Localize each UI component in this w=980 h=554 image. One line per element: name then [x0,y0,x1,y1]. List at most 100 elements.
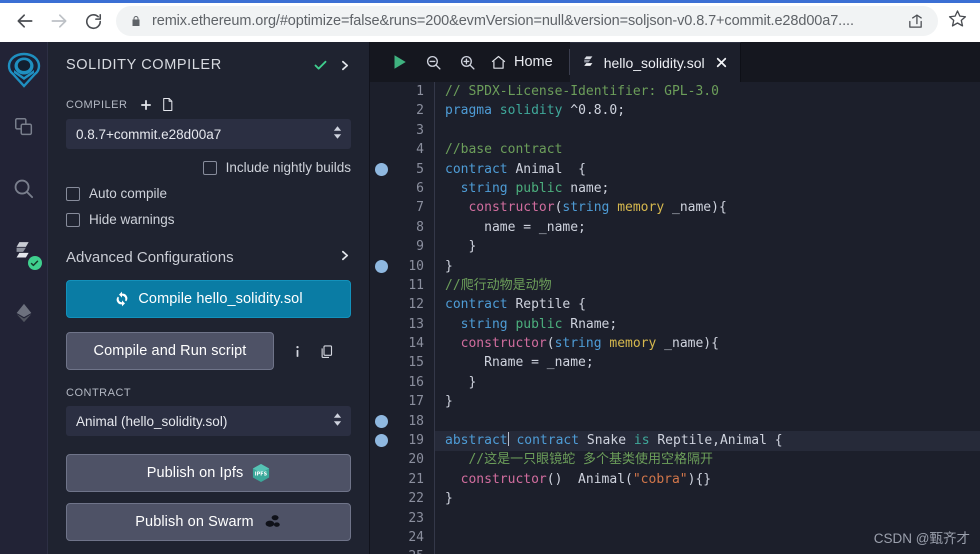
sidebar-item-file-explorers[interactable] [0,98,48,160]
chevron-right-icon[interactable] [338,59,351,72]
line-number: 10 [408,258,424,274]
code-line[interactable]: string public name; [445,179,980,198]
code-line[interactable]: } [445,392,980,411]
code-line[interactable]: //这是一只眼镜蛇 多个基类使用空格隔开 [445,450,980,469]
code-token: constructor [468,200,555,216]
code-line[interactable]: } [445,373,980,392]
forward-button[interactable] [42,4,76,38]
home-tab[interactable]: Home [484,42,565,82]
hide-warnings-checkbox[interactable] [66,212,80,227]
info-icon[interactable] [290,344,305,359]
hide-warnings-row[interactable]: Hide warnings [66,212,351,227]
publish-on-swarm-button[interactable]: Publish on Swarm [66,503,351,541]
advanced-configurations-toggle[interactable]: Advanced Configurations [66,249,351,266]
share-icon[interactable] [902,8,928,34]
zoom-in-icon[interactable] [450,42,484,82]
code-line[interactable]: } [445,489,980,508]
code-line[interactable]: contract Reptile { [445,295,980,314]
svg-text:IPFS: IPFS [255,472,268,478]
code-line[interactable]: Rname = _name; [445,353,980,372]
url-text: remix.ethereum.org/#optimize=false&runs=… [152,13,854,29]
close-icon[interactable] [715,56,728,69]
compile-and-run-row: Compile and Run script [66,332,351,370]
breakpoint-gutter[interactable] [370,82,394,554]
code-line[interactable]: name = _name; [445,218,980,237]
breakpoint-dot[interactable] [375,414,388,428]
code-token: string [460,180,508,196]
code-token: public [515,316,563,332]
breakpoint-dot[interactable] [375,434,388,448]
code-line[interactable]: } [445,257,980,276]
line-number: 22 [408,491,424,507]
code-canvas[interactable]: 1234567891011121314151617181920212223242… [370,82,980,554]
code-line[interactable] [445,121,980,140]
copy-icon[interactable] [319,344,334,359]
hide-warnings-label: Hide warnings [89,212,175,227]
bookmark-button[interactable] [942,6,972,36]
remix-logo-icon[interactable] [0,46,48,98]
code-token: string [554,336,602,352]
sidebar-item-solidity-compiler[interactable] [0,222,48,284]
auto-compile-row[interactable]: Auto compile [66,186,351,201]
code-line[interactable]: abstract contract Snake is Reptile,Anima… [445,431,980,450]
compile-button-label: Compile hello_solidity.sol [138,291,303,307]
contract-select[interactable]: Animal (hello_solidity.sol) [66,406,351,436]
back-button[interactable] [8,4,42,38]
breakpoint-dot[interactable] [375,162,388,176]
compile-button[interactable]: Compile hello_solidity.sol [66,280,351,318]
reload-button[interactable] [76,4,110,38]
code-token: abstract [445,433,508,449]
line-number: 21 [408,471,424,487]
remix-ide-browser-window: remix.ethereum.org/#optimize=false&runs=… [0,0,980,554]
compile-and-run-script-button[interactable]: Compile and Run script [66,332,274,370]
include-nightly-builds-checkbox[interactable] [202,160,217,175]
code-token: //base contract [445,142,563,158]
code-line[interactable]: string public Rname; [445,315,980,334]
code-token: } [445,394,453,410]
line-number: 15 [408,355,424,371]
code-line[interactable]: //base contract [445,140,980,159]
document-icon[interactable] [161,97,174,112]
compile-and-run-script-label: Compile and Run script [93,343,247,359]
breakpoint-dot[interactable] [375,259,388,273]
tab-label: hello_solidity.sol [603,54,705,71]
address-bar[interactable]: remix.ethereum.org/#optimize=false&runs=… [116,6,938,36]
code-token: // SPDX-License-Identifier: GPL-3.0 [445,84,719,99]
plus-icon[interactable] [139,98,153,112]
code-line[interactable]: // SPDX-License-Identifier: GPL-3.0 [445,82,980,101]
tab-hello-solidity-sol[interactable]: hello_solidity.sol [569,42,741,82]
code-line[interactable]: } [445,237,980,256]
code-token: solidity [499,103,563,119]
code-line[interactable]: constructor() Animal("cobra"){} [445,470,980,489]
code-line[interactable]: pragma solidity ^0.8.0; [445,101,980,120]
code-line[interactable]: constructor(string memory _name){ [445,198,980,217]
code-token: string [562,200,610,216]
code-line[interactable]: //爬行动物是动物 [445,276,980,295]
updown-caret-icon [333,125,342,143]
auto-compile-checkbox[interactable] [66,186,80,201]
line-number: 5 [416,161,424,177]
code-lines[interactable]: // SPDX-License-Identifier: GPL-3.0 pragm… [434,82,980,554]
code-token: Animal { [507,161,586,177]
solidity-compiler-panel: SOLIDITY COMPILER COMPILER 0.8.7+commit.… [48,42,370,554]
include-nightly-builds-label: Include nightly builds [225,160,351,175]
line-number-gutter: 1234567891011121314151617181920212223242… [394,82,434,554]
line-number: 7 [416,200,424,216]
code-line[interactable]: contract Animal { [445,160,980,179]
sidebar-item-deploy-run[interactable] [0,284,48,346]
code-line[interactable] [445,547,980,554]
code-line[interactable]: constructor(string memory _name){ [445,334,980,353]
line-number: 17 [408,394,424,410]
play-icon[interactable] [382,42,416,82]
code-line[interactable] [445,509,980,528]
compiler-version-select[interactable]: 0.8.7+commit.e28d00a7 [66,119,351,149]
publish-on-ipfs-button[interactable]: Publish on Ipfs IPFS [66,454,351,492]
solidity-file-icon [582,55,596,70]
code-token: } [445,258,453,274]
code-line[interactable] [445,412,980,431]
sidebar-item-search[interactable] [0,160,48,222]
remix-ide: SOLIDITY COMPILER COMPILER 0.8.7+commit.… [0,42,980,554]
zoom-out-icon[interactable] [416,42,450,82]
nightly-builds-row[interactable]: Include nightly builds [66,160,351,175]
